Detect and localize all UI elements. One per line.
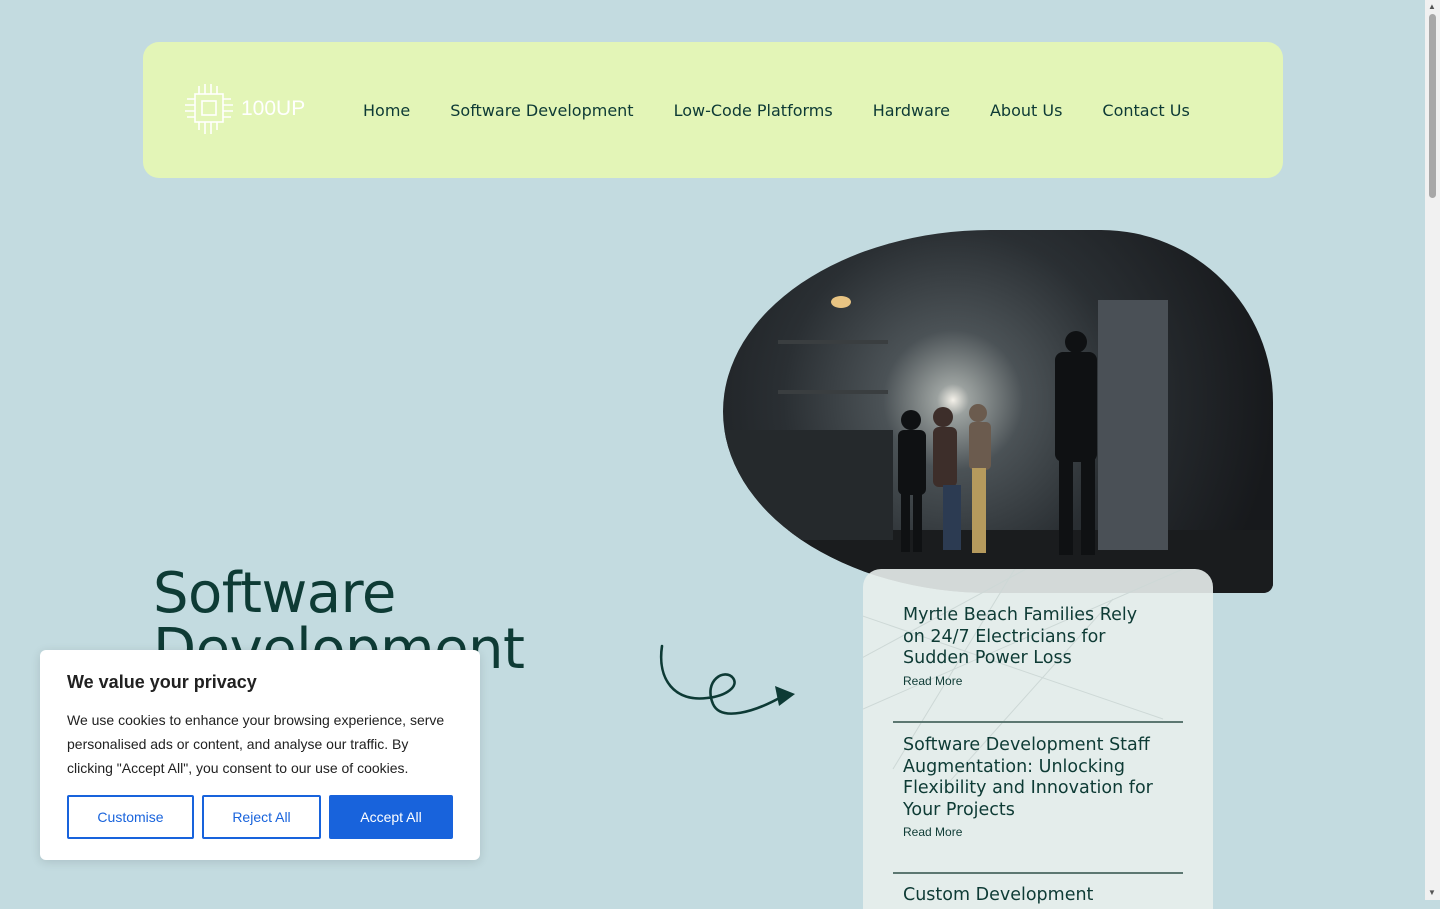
hero-image — [723, 230, 1273, 593]
main-nav: Home Software Development Low-Code Platf… — [363, 42, 1230, 178]
post-item: Myrtle Beach Families Rely on 24/7 Elect… — [903, 605, 1163, 688]
svg-text:100UP: 100UP — [241, 97, 305, 120]
cookie-message: We use cookies to enhance your browsing … — [67, 712, 445, 776]
scroll-up-icon[interactable]: ▲ — [1428, 3, 1436, 11]
reject-all-button[interactable]: Reject All — [202, 795, 321, 839]
post-item: Software Development Staff Augmentation:… — [903, 735, 1163, 839]
nav-hardware[interactable]: Hardware — [873, 101, 950, 120]
recent-posts-panel: Myrtle Beach Families Rely on 24/7 Elect… — [863, 569, 1213, 909]
logo[interactable]: 100UP — [183, 82, 317, 138]
cookie-title: We value your privacy — [67, 672, 257, 692]
nav-low-code-platforms[interactable]: Low-Code Platforms — [674, 101, 833, 120]
nav-software-development[interactable]: Software Development — [450, 101, 633, 120]
post-divider — [893, 872, 1183, 874]
post-title[interactable]: Custom Development — [903, 885, 1163, 907]
chip-icon: 100UP — [185, 84, 305, 134]
post-title[interactable]: Myrtle Beach Families Rely on 24/7 Elect… — [903, 605, 1163, 670]
nav-home[interactable]: Home — [363, 101, 410, 120]
scrollbar[interactable]: ▲ ▼ — [1425, 0, 1440, 900]
nav-contact-us[interactable]: Contact Us — [1102, 101, 1189, 120]
post-divider — [893, 721, 1183, 723]
cookie-consent-banner: We value your privacy We use cookies to … — [40, 650, 480, 860]
post-item: Custom Development — [903, 885, 1163, 907]
accept-all-button[interactable]: Accept All — [329, 795, 453, 839]
site-header: 100UP Home Software Development Low-Code… — [143, 42, 1283, 178]
scroll-thumb[interactable] — [1429, 14, 1436, 198]
customise-button[interactable]: Customise — [67, 795, 194, 839]
nav-about-us[interactable]: About Us — [990, 101, 1062, 120]
hero-title-line1: Software — [153, 561, 396, 626]
curly-arrow-icon — [659, 644, 795, 715]
post-title[interactable]: Software Development Staff Augmentation:… — [903, 735, 1163, 821]
scroll-down-icon[interactable]: ▼ — [1428, 889, 1436, 897]
read-more-link[interactable]: Read More — [903, 674, 1163, 688]
read-more-link[interactable]: Read More — [903, 825, 1163, 839]
